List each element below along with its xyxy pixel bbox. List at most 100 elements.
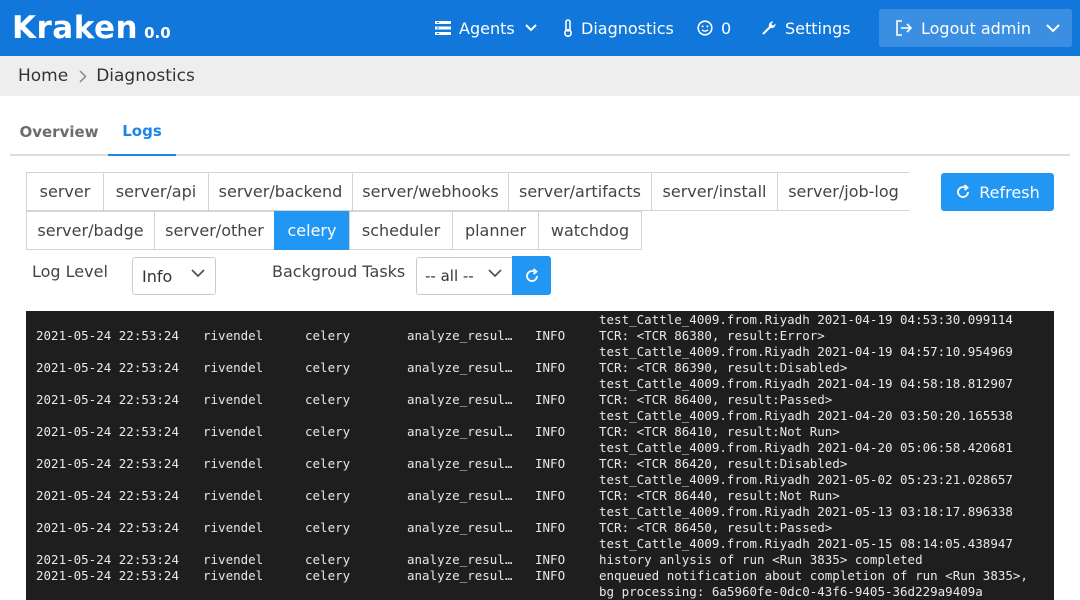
source-scheduler-button[interactable]: scheduler: [349, 211, 453, 250]
log-host: rivendel: [203, 456, 264, 471]
source-server-backend-button[interactable]: server/backend: [208, 172, 353, 211]
nav-agents-label: Agents: [459, 18, 515, 38]
log-time: 2021-05-24 22:53:24: [36, 568, 179, 583]
logout-button[interactable]: Logout admin: [879, 9, 1072, 47]
tab-overview[interactable]: Overview: [10, 108, 108, 156]
log-host: rivendel: [203, 552, 264, 567]
nav-notifications[interactable]: 0: [697, 0, 731, 56]
source-celery-button[interactable]: celery: [274, 211, 350, 250]
log-host: rivendel: [203, 568, 264, 583]
source-server-api-button[interactable]: server/api: [103, 172, 209, 211]
log-message: history anlysis of run <Run 3835> comple…: [599, 552, 923, 567]
log-output[interactable]: test_Cattle_4009.from.Riyadh 2021-04-19 …: [26, 311, 1054, 600]
log-service: celery: [305, 568, 351, 583]
app-version: 0.0: [144, 24, 171, 42]
log-message: bg processing: 6a5960fe-0dc0-43f6-9405-3…: [599, 584, 983, 599]
log-message: test_Cattle_4009.from.Riyadh 2021-04-19 …: [599, 376, 1013, 391]
chevron-down-icon: [1046, 23, 1060, 32]
log-level-label: Log Level: [32, 262, 108, 281]
log-host: rivendel: [203, 392, 264, 407]
nav-agents-dropdown[interactable]: Agents: [435, 0, 537, 56]
log-time: 2021-05-24 22:53:24: [36, 552, 179, 567]
log-level: INFO: [535, 392, 566, 407]
source-server-other-button[interactable]: server/other: [154, 211, 275, 250]
top-navbar: Kraken 0.0 Agents Diagnostics 0 Settings: [0, 0, 1080, 56]
tab-bar: Overview Logs: [10, 108, 1070, 156]
sign-out-icon: [895, 20, 913, 36]
smile-icon: [697, 20, 713, 36]
log-message: TCR: <TCR 86420, result:Disabled>: [599, 456, 848, 471]
log-host: rivendel: [203, 328, 264, 343]
wrench-icon: [761, 20, 777, 36]
logout-label: Logout admin: [921, 18, 1031, 38]
source-server-artifacts-button[interactable]: server/artifacts: [508, 172, 652, 211]
log-level-select[interactable]: Info: [132, 257, 216, 295]
log-tool: analyze_results: [407, 328, 519, 343]
log-tool: analyze_results: [407, 568, 519, 583]
app-logo[interactable]: Kraken 0.0: [12, 10, 171, 46]
source-watchdog-button[interactable]: watchdog: [538, 211, 642, 250]
log-host: rivendel: [203, 488, 264, 503]
log-service: celery: [305, 520, 351, 535]
log-level: INFO: [535, 328, 566, 343]
bg-tasks-value: -- all --: [425, 267, 474, 285]
log-message: TCR: <TCR 86410, result:Not Run>: [599, 424, 840, 439]
log-message: TCR: <TCR 86380, result:Error>: [599, 328, 825, 343]
log-message: TCR: <TCR 86440, result:Not Run>: [599, 488, 840, 503]
bg-tasks-reload-button[interactable]: [512, 256, 551, 295]
log-tool: analyze_results: [407, 488, 519, 503]
log-service: celery: [305, 456, 351, 471]
breadcrumb: Home Diagnostics: [0, 56, 1080, 96]
log-level-value: Info: [142, 266, 173, 286]
nav-diagnostics-label: Diagnostics: [581, 18, 674, 38]
source-server-install-button[interactable]: server/install: [651, 172, 778, 211]
log-service: celery: [305, 424, 351, 439]
log-message: test_Cattle_4009.from.Riyadh 2021-05-13 …: [599, 504, 1013, 519]
nav-settings[interactable]: Settings: [761, 0, 851, 56]
chevron-down-icon: [488, 269, 502, 278]
log-level: INFO: [535, 424, 566, 439]
thermometer-icon: [563, 19, 573, 37]
log-host: rivendel: [203, 424, 264, 439]
logout-menu-toggle[interactable]: [1034, 9, 1072, 47]
log-level: INFO: [535, 520, 566, 535]
chevron-down-icon: [191, 269, 205, 278]
bg-tasks-label: Backgroud Tasks: [272, 262, 406, 281]
breadcrumb-home[interactable]: Home: [18, 66, 68, 86]
notifications-count: 0: [721, 18, 732, 38]
log-message: TCR: <TCR 86450, result:Passed>: [599, 520, 833, 535]
log-time: 2021-05-24 22:53:24: [36, 328, 179, 343]
log-message: TCR: <TCR 86390, result:Disabled>: [599, 360, 848, 375]
tab-logs[interactable]: Logs: [108, 108, 176, 156]
breadcrumb-current: Diagnostics: [96, 66, 195, 86]
refresh-button[interactable]: Refresh: [941, 173, 1054, 211]
log-service: celery: [305, 392, 351, 407]
refresh-icon: [955, 184, 971, 200]
log-time: 2021-05-24 22:53:24: [36, 424, 179, 439]
source-server-webhooks-button[interactable]: server/webhooks: [352, 172, 509, 211]
refresh-label: Refresh: [979, 182, 1040, 202]
nav-diagnostics[interactable]: Diagnostics: [563, 0, 674, 56]
log-message: test_Cattle_4009.from.Riyadh 2021-04-20 …: [599, 408, 1013, 423]
log-message: test_Cattle_4009.from.Riyadh 2021-04-19 …: [599, 312, 1013, 327]
log-level: INFO: [535, 360, 566, 375]
log-time: 2021-05-24 22:53:24: [36, 456, 179, 471]
log-message: test_Cattle_4009.from.Riyadh 2021-05-02 …: [599, 472, 1013, 487]
source-server-badge-button[interactable]: server/badge: [26, 211, 155, 250]
source-server-job-log-button[interactable]: server/job-log: [777, 172, 909, 211]
log-time: 2021-05-24 22:53:24: [36, 488, 179, 503]
log-host: rivendel: [203, 360, 264, 375]
log-tool: analyze_results: [407, 552, 519, 567]
log-level: INFO: [535, 456, 566, 471]
chevron-right-icon: [79, 69, 87, 83]
log-message: test_Cattle_4009.from.Riyadh 2021-05-15 …: [599, 536, 1013, 551]
log-service: celery: [305, 328, 351, 343]
log-tool: analyze_results: [407, 360, 519, 375]
source-planner-button[interactable]: planner: [452, 211, 539, 250]
log-message: test_Cattle_4009.from.Riyadh 2021-04-20 …: [599, 440, 1013, 455]
bg-tasks-select[interactable]: -- all --: [416, 257, 513, 295]
server-icon: [435, 21, 451, 35]
source-server-button[interactable]: server: [26, 172, 104, 211]
logo-text: Kraken: [12, 10, 139, 46]
log-level: INFO: [535, 488, 566, 503]
